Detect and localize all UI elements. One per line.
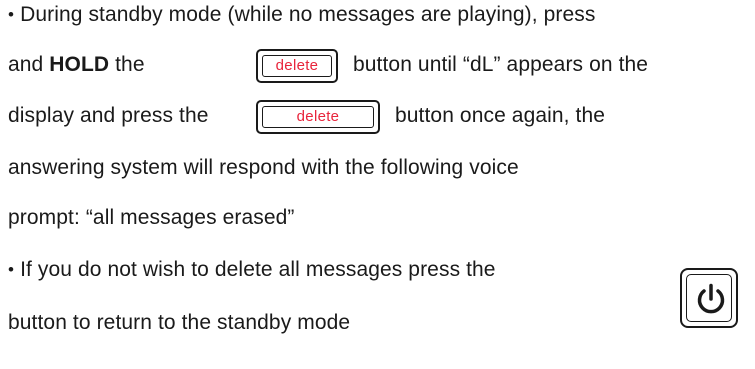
bullet-icon: • [8,260,15,279]
para1-line5: prompt: “all messages erased” [8,206,295,229]
delete-button-inline-1: delete [256,49,338,83]
para1-line2-mid: the [109,53,145,76]
para1-line3-prefix: display and press the [8,104,209,127]
bullet-line-1: • During standby mode (while no messages … [8,2,595,29]
para1-line1: During standby mode (while no messages a… [20,3,596,26]
para1-line2-prefix: and [8,53,50,76]
delete-button-label: delete [275,57,319,74]
para2-line2: button to return to the standby mode [8,311,351,334]
para1-line4: answering system will respond with the f… [8,156,519,179]
bullet-line-2: • If you do not wish to delete all messag… [8,257,496,284]
power-button-illustration [680,268,738,328]
bullet-icon: • [8,5,15,24]
delete-button-inline-2: delete [256,100,380,134]
para1-line3-suffix: button once again, the [395,104,606,127]
para2-line1: If you do not wish to delete all message… [20,258,496,281]
para1-line2-suffix: button until “dL” appears on the [353,53,649,76]
delete-button-label: delete [296,108,340,125]
hold-emphasis: HOLD [49,53,110,76]
para1-line2: and HOLD the [8,52,145,78]
power-icon [697,283,725,314]
